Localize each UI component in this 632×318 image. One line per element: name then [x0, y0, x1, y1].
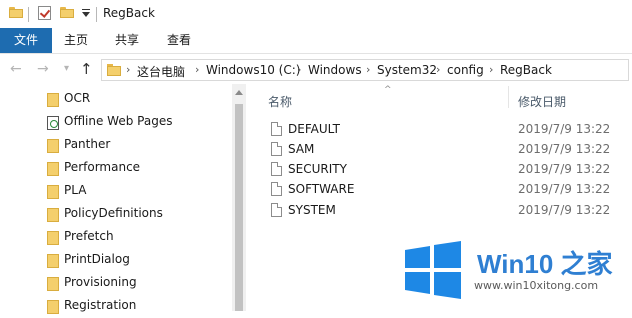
nav-item-label: PrintDialog [64, 252, 130, 266]
properties-icon[interactable] [38, 6, 51, 20]
chevron-right-icon[interactable]: › [297, 63, 301, 76]
tab-file[interactable]: 文件 [0, 28, 52, 53]
web-pages-icon [47, 116, 59, 130]
nav-item-provisioning[interactable]: Provisioning [0, 272, 232, 295]
chevron-right-icon[interactable]: › [366, 63, 370, 76]
up-arrow-icon[interactable]: ↑ [80, 60, 93, 78]
breadcrumb-drive[interactable]: Windows10 (C:) [206, 63, 300, 77]
file-row-default[interactable]: DEFAULT 2019/7/9 13:22 [268, 119, 611, 139]
file-name: SYSTEM [288, 203, 336, 217]
folder-icon [47, 93, 59, 107]
ribbon-tabs: 文件 主页 共享 查看 [0, 28, 632, 54]
file-icon [271, 142, 282, 156]
file-modified-date: 2019/7/9 13:22 [518, 122, 611, 136]
address-bar[interactable]: › 这台电脑 › Windows10 (C:) › Windows › Syst… [101, 59, 629, 81]
chevron-right-icon[interactable]: › [126, 63, 130, 76]
file-icon [271, 182, 282, 196]
new-folder-icon[interactable] [60, 7, 74, 18]
breadcrumb-system32[interactable]: System32 [377, 63, 437, 77]
nav-item-label: Offline Web Pages [64, 114, 173, 128]
nav-item-label: Prefetch [64, 229, 114, 243]
column-header-name[interactable]: 名称 [268, 93, 292, 110]
file-name: SECURITY [288, 162, 347, 176]
file-name: SOFTWARE [288, 182, 355, 196]
watermark-url: www.win10xitong.com [474, 279, 599, 292]
breadcrumb-config[interactable]: config [447, 63, 484, 77]
folder-icon [107, 64, 121, 76]
back-arrow-icon[interactable]: ← [10, 61, 22, 77]
file-modified-date: 2019/7/9 13:22 [518, 162, 611, 176]
nav-item-label: PolicyDefinitions [64, 206, 163, 220]
nav-pane-scrollbar[interactable] [232, 84, 246, 311]
sort-ascending-icon: ^ [384, 85, 392, 95]
window-title: RegBack [103, 6, 155, 20]
file-name: DEFAULT [288, 122, 340, 136]
file-row-software[interactable]: SOFTWARE 2019/7/9 13:22 [268, 179, 611, 199]
file-modified-date: 2019/7/9 13:22 [518, 203, 611, 217]
file-icon [271, 122, 282, 136]
column-header-modified[interactable]: 修改日期 [518, 93, 566, 110]
nav-item-label: Provisioning [64, 275, 137, 289]
forward-arrow-icon[interactable]: → [37, 61, 49, 77]
customize-toolbar-icon[interactable] [81, 7, 91, 19]
nav-item-pla[interactable]: PLA [0, 180, 232, 203]
file-row-security[interactable]: SECURITY 2019/7/9 13:22 [268, 159, 611, 179]
nav-item-label: Registration [64, 298, 137, 312]
file-modified-date: 2019/7/9 13:22 [518, 142, 611, 156]
scroll-up-icon[interactable] [235, 90, 243, 95]
file-row-system[interactable]: SYSTEM 2019/7/9 13:22 [268, 200, 611, 220]
recent-locations-icon[interactable]: ▾ [64, 63, 69, 74]
toolbar-separator [96, 7, 97, 22]
nav-item-ocr[interactable]: OCR [0, 88, 232, 111]
nav-item-label: Performance [64, 160, 141, 174]
folder-icon [47, 277, 59, 291]
windows-logo-icon [405, 241, 461, 299]
folder-icon [47, 254, 59, 268]
file-row-sam[interactable]: SAM 2019/7/9 13:22 [268, 139, 611, 159]
nav-item-prefetch[interactable]: Prefetch [0, 226, 232, 249]
column-divider[interactable] [508, 86, 509, 108]
file-modified-date: 2019/7/9 13:22 [518, 182, 611, 196]
folder-icon[interactable] [9, 7, 23, 18]
chevron-right-icon[interactable]: › [489, 63, 493, 76]
nav-item-policydefinitions[interactable]: PolicyDefinitions [0, 203, 232, 226]
toolbar-separator [28, 7, 29, 22]
nav-item-label: Panther [64, 137, 111, 151]
folder-icon [47, 300, 59, 314]
breadcrumb-windows[interactable]: Windows [308, 63, 362, 77]
folder-icon [47, 208, 59, 222]
nav-item-printdialog[interactable]: PrintDialog [0, 249, 232, 272]
nav-item-registration[interactable]: Registration [0, 295, 232, 318]
nav-item-label: OCR [64, 91, 91, 105]
nav-item-offline-web-pages[interactable]: Offline Web Pages [0, 111, 232, 134]
tab-home[interactable]: 主页 [52, 28, 100, 53]
nav-item-panther[interactable]: Panther [0, 134, 232, 157]
file-name: SAM [288, 142, 315, 156]
folder-icon [47, 162, 59, 176]
watermark-brand: Win10 之家 [477, 249, 613, 279]
address-row: ← → ▾ ↑ › 这台电脑 › Windows10 (C:) › Window… [0, 57, 632, 83]
folder-icon [47, 185, 59, 199]
scrollbar-thumb[interactable] [235, 104, 243, 311]
chevron-right-icon[interactable]: › [436, 63, 440, 76]
file-icon [271, 203, 282, 217]
file-icon [271, 162, 282, 176]
nav-item-label: PLA [64, 183, 87, 197]
title-bar: RegBack [0, 0, 632, 28]
breadcrumb-regback[interactable]: RegBack [500, 63, 552, 77]
tab-share[interactable]: 共享 [103, 28, 151, 53]
nav-item-performance[interactable]: Performance [0, 157, 232, 180]
tab-view[interactable]: 查看 [155, 28, 203, 53]
folder-icon [47, 231, 59, 245]
chevron-right-icon[interactable]: › [195, 63, 199, 76]
folder-icon [47, 139, 59, 153]
breadcrumb-this-pc[interactable]: 这台电脑 [137, 63, 185, 80]
navigation-pane: OCR Offline Web Pages Panther Performanc… [0, 84, 232, 314]
